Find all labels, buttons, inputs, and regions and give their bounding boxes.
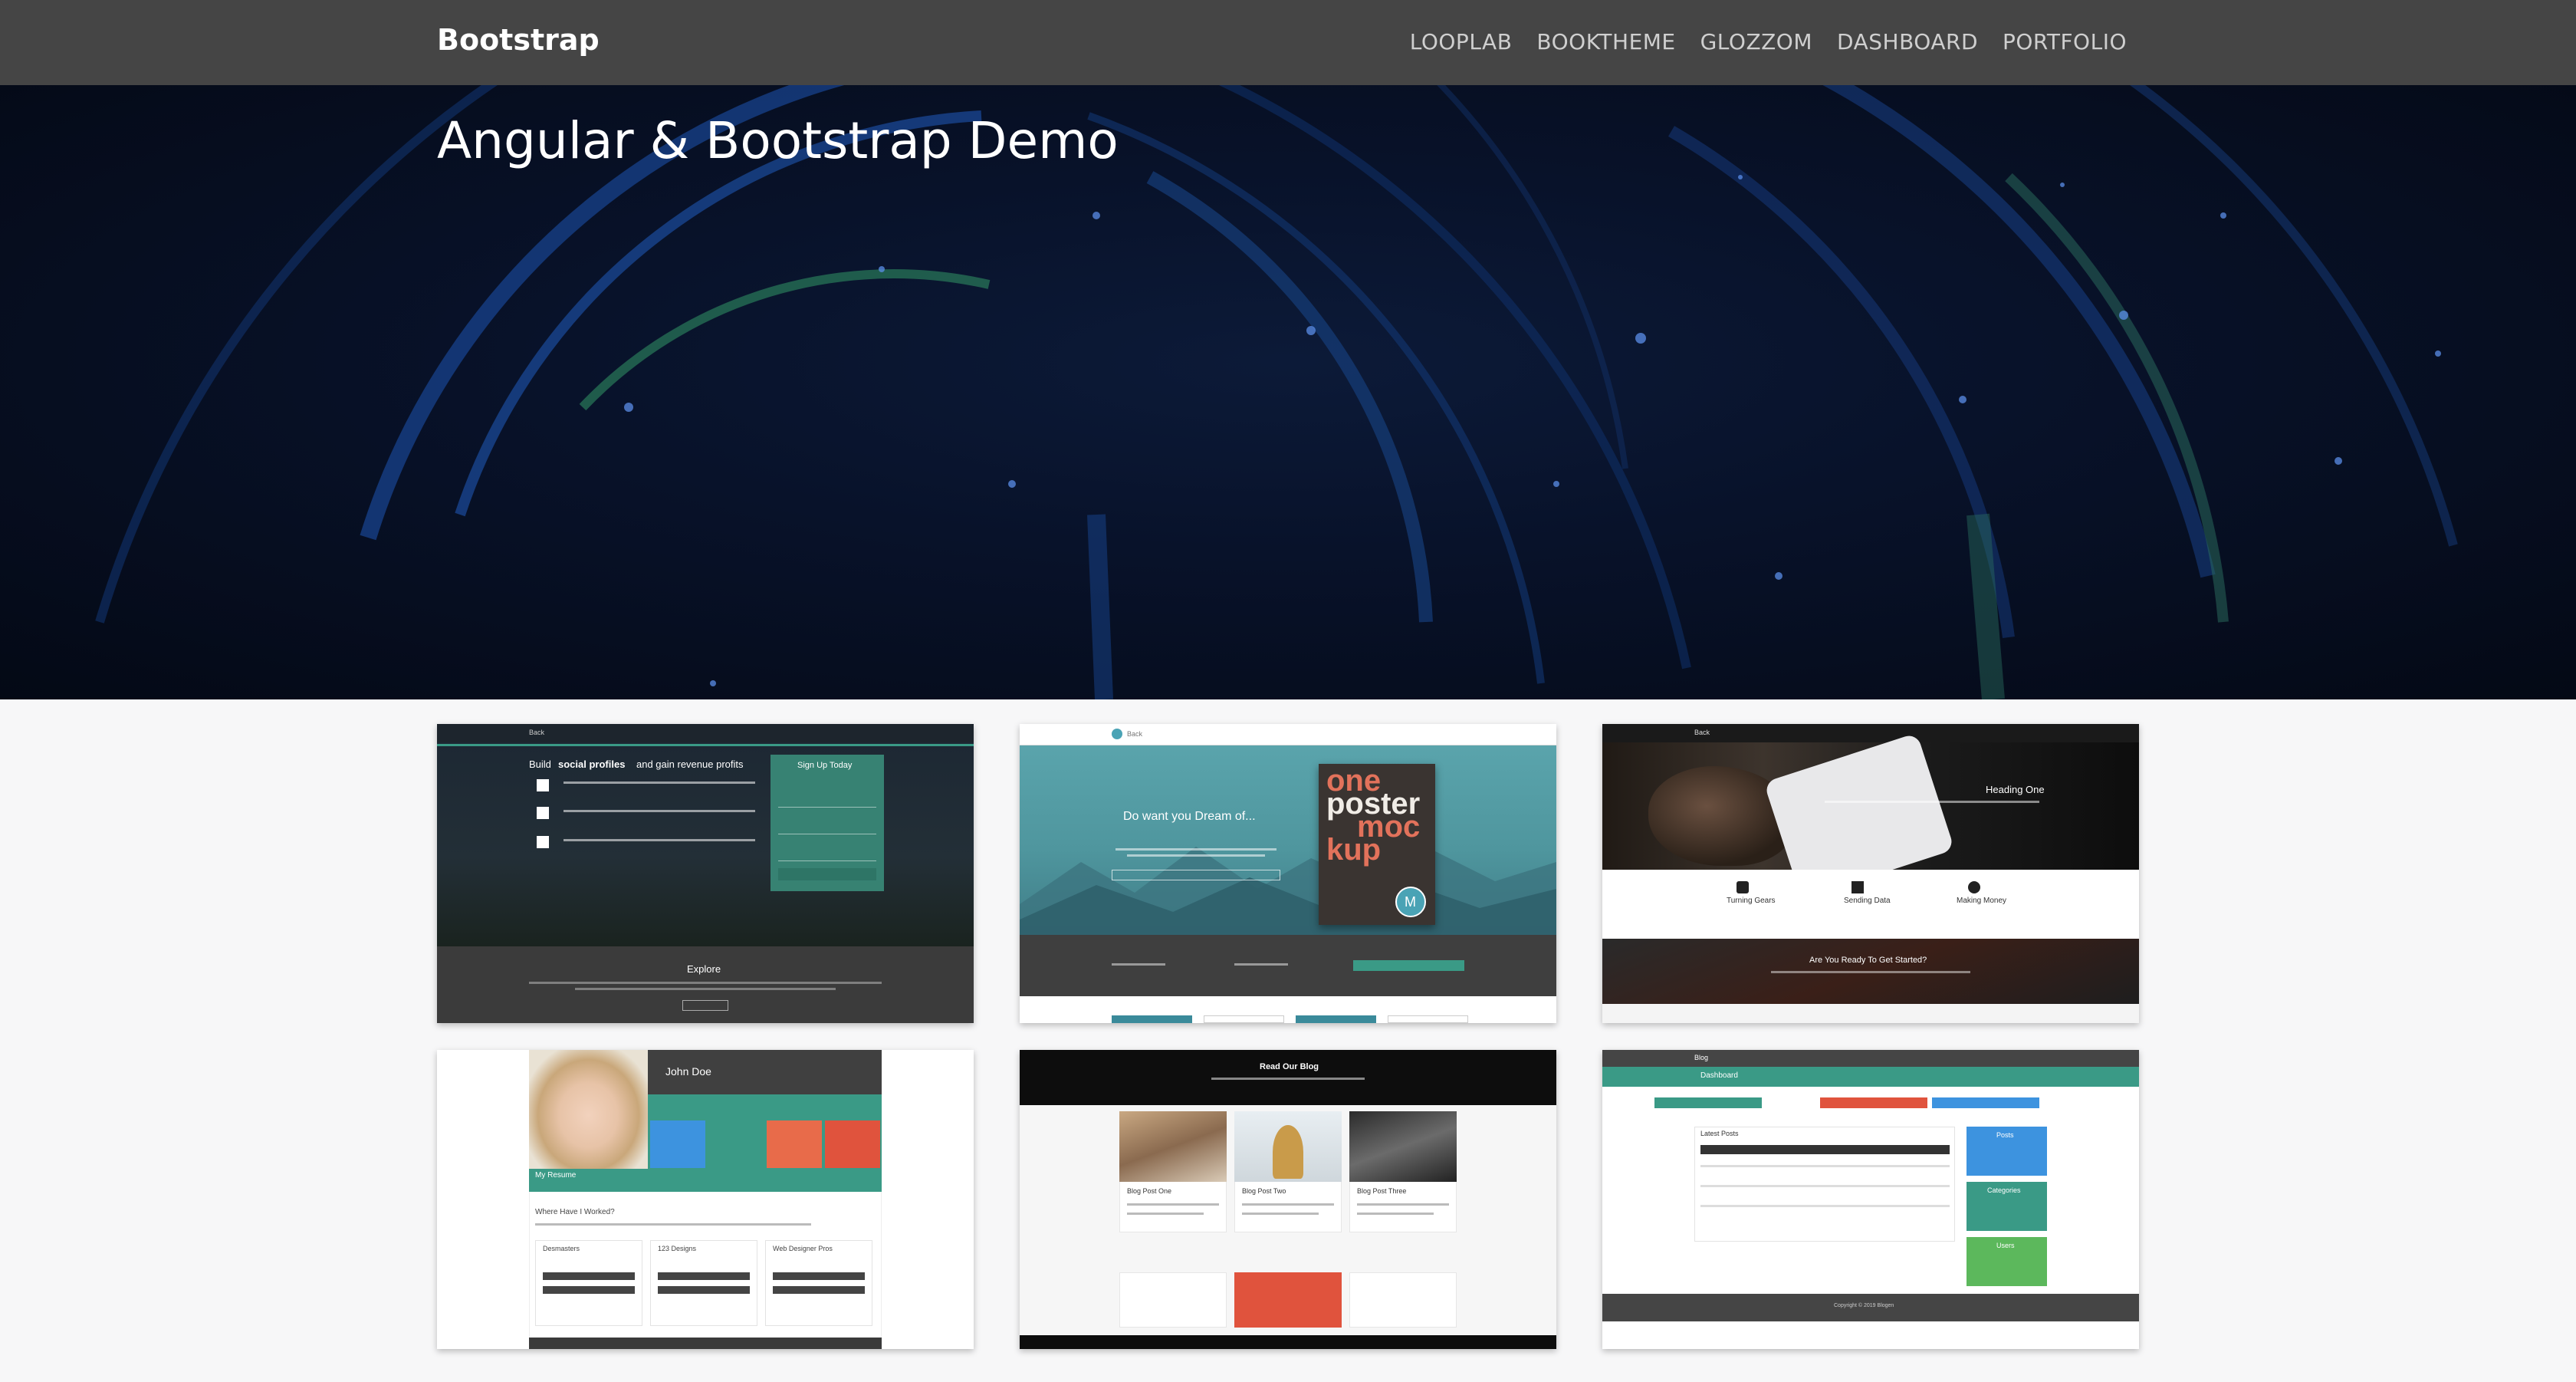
thumb-footer: Copyright © 2019 Blogen bbox=[1834, 1303, 1894, 1308]
thumb-brand: Back bbox=[1127, 730, 1143, 738]
thumbnail-booktheme[interactable]: Back Do want you Dream of... one poster … bbox=[1020, 724, 1556, 1023]
thumb-card-3: Users bbox=[1996, 1242, 2015, 1249]
thumbnail-dashboard[interactable]: Blog Dashboard Latest Posts Posts Catego… bbox=[1602, 1050, 2139, 1349]
thumb-feature-2: Sending Data bbox=[1844, 897, 1891, 905]
thumb-dash-title: Dashboard bbox=[1700, 1071, 1738, 1080]
thumb-post-2: Blog Post Two bbox=[1242, 1187, 1286, 1195]
navbar: Bootstrap LOOPLAB BOOKTHEME GLOZZOM DASH… bbox=[0, 0, 2576, 85]
thumb-subtitle: Where Have I Worked? bbox=[535, 1208, 615, 1216]
thumb-name: John Doe bbox=[665, 1065, 711, 1078]
nav-links: LOOPLAB BOOKTHEME GLOZZOM DASHBOARD PORT… bbox=[1410, 29, 2127, 54]
thumb-job-2: 123 Designs bbox=[658, 1245, 697, 1252]
thumbnail-looplab[interactable]: Back Build social profiles and gain reve… bbox=[437, 724, 974, 1023]
thumb-card-2: Categories bbox=[1987, 1186, 2021, 1194]
nav-link-looplab[interactable]: LOOPLAB bbox=[1410, 29, 1513, 54]
thumb-blog-header: Read Our Blog bbox=[1260, 1062, 1319, 1071]
nav-link-glozzom[interactable]: GLOZZOM bbox=[1700, 29, 1812, 54]
thumb-cta: Are You Ready To Get Started? bbox=[1809, 956, 1927, 965]
hero-background-graphic bbox=[95, 85, 2458, 699]
thumb-section: My Resume bbox=[535, 1171, 577, 1180]
thumb-post-3: Blog Post Three bbox=[1357, 1187, 1407, 1195]
thumb-section-title: Explore bbox=[687, 963, 721, 975]
thumb-form-title: Sign Up Today bbox=[797, 761, 853, 770]
hero-banner: Angular & Bootstrap Demo bbox=[0, 85, 2576, 699]
thumb-card-1: Posts bbox=[1996, 1131, 2014, 1139]
hero-title: Angular & Bootstrap Demo bbox=[437, 111, 1119, 170]
nav-link-dashboard[interactable]: DASHBOARD bbox=[1837, 29, 1978, 54]
thumb-brand: Back bbox=[1694, 729, 1710, 736]
thumb-headline: Do want you Dream of... bbox=[1123, 810, 1256, 823]
thumb-poster-word-4: kup bbox=[1326, 833, 1382, 867]
thumbnail-blog[interactable]: Read Our Blog Blog Post One Blog Post Tw… bbox=[1020, 1050, 1556, 1349]
thumbnail-portfolio[interactable]: John Doe My Resume Where Have I Worked? … bbox=[437, 1050, 974, 1349]
thumb-headline-pre: Build bbox=[529, 758, 551, 770]
brand-link[interactable]: Bootstrap bbox=[437, 23, 600, 57]
thumb-feature-1: Turning Gears bbox=[1727, 897, 1776, 905]
thumb-headline-post: and gain revenue profits bbox=[636, 758, 744, 770]
nav-link-booktheme[interactable]: BOOKTHEME bbox=[1536, 29, 1675, 54]
thumb-brand: Blog bbox=[1694, 1054, 1709, 1061]
thumb-table-title: Latest Posts bbox=[1700, 1130, 1739, 1137]
thumb-job-3: Web Designer Pros bbox=[773, 1245, 833, 1252]
thumbnail-glozzom[interactable]: Back Heading One Turning Gears Sending D… bbox=[1602, 724, 2139, 1023]
thumb-post-1: Blog Post One bbox=[1127, 1187, 1172, 1195]
thumb-poster-badge: M bbox=[1405, 894, 1416, 910]
nav-link-portfolio[interactable]: PORTFOLIO bbox=[2003, 29, 2127, 54]
thumb-headline-bold: social profiles bbox=[558, 758, 626, 770]
thumb-brand: Back bbox=[529, 729, 545, 736]
thumb-mountains bbox=[1020, 847, 1556, 935]
thumb-feature-3: Making Money bbox=[1957, 897, 2007, 905]
theme-gallery: Back Build social profiles and gain reve… bbox=[437, 724, 2139, 1353]
thumb-job-1: Desmasters bbox=[543, 1245, 580, 1252]
thumb-slide-heading: Heading One bbox=[1986, 784, 2045, 795]
